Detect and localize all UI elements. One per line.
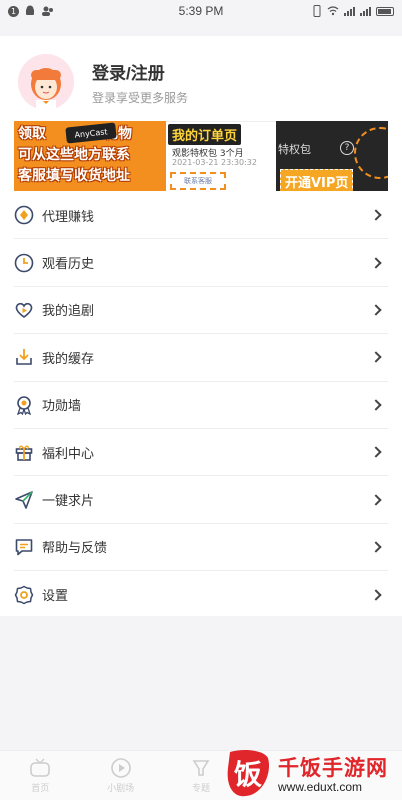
vip-tag: 开通VIP页 — [280, 169, 354, 191]
watermark-logo: 饭 — [227, 750, 270, 797]
menu-list: 代理赚钱 观看历史 我的追剧 我的缓存 功勋墙 福利中心 一键求片 帮助与反馈 … — [14, 192, 388, 619]
banner-orders[interactable]: 我的订单页 观影特权包 3个月 2021-03-21 23:30:32 联系客服 — [166, 121, 276, 191]
watermark-name: 千饭手游网 — [278, 756, 388, 780]
login-title[interactable]: 登录/注册 — [92, 59, 188, 84]
banner-gift[interactable]: 领取 礼物 可从这些地方联系 客服填写收货地址 AnyCast — [14, 121, 166, 191]
menu-label: 福利中心 — [42, 446, 95, 462]
menu-label: 我的缓存 — [42, 351, 95, 367]
download-icon — [14, 347, 34, 367]
menu-item-follow[interactable]: 我的追剧 — [14, 287, 388, 335]
order-date: 2021-03-21 23:30:32 — [172, 158, 257, 167]
clock: 5:39 PM — [178, 4, 224, 18]
menu-label: 我的追剧 — [42, 304, 95, 320]
chevron-right-icon — [370, 541, 382, 553]
menu-item-help[interactable]: 帮助与反馈 — [14, 524, 388, 572]
menu-item-history[interactable]: 观看历史 — [14, 239, 388, 287]
banner-carousel[interactable]: 领取 礼物 可从这些地方联系 客服填写收货地址 AnyCast 我的订单页 观影特… — [14, 121, 388, 191]
gear-icon — [14, 585, 34, 605]
chevron-right-icon — [370, 304, 382, 316]
diamond-icon — [14, 205, 34, 225]
menu-label: 观看历史 — [42, 257, 95, 273]
tab-label: 首页 — [31, 784, 50, 794]
banner-gift-line2: 可从这些地方联系 — [18, 147, 130, 163]
menu-item-medals[interactable]: 功勋墙 — [14, 382, 388, 429]
orders-tag: 我的订单页 — [168, 124, 242, 145]
status-bar: 1 5:39 PM — [0, 0, 402, 22]
profile-sheet: 登录/注册 登录享受更多服务 领取 礼物 可从这些地方联系 客服填写收货地址 An… — [0, 36, 402, 616]
tv-icon — [29, 757, 51, 779]
chevron-right-icon — [370, 256, 382, 269]
battery-icon — [376, 6, 394, 16]
chevron-right-icon — [370, 399, 382, 411]
headset-highlight — [354, 127, 388, 179]
menu-item-request[interactable]: 一键求片 — [14, 476, 388, 524]
chevron-right-icon — [370, 209, 382, 221]
paper-plane-icon — [14, 490, 34, 510]
menu-item-agent[interactable]: 代理赚钱 — [14, 192, 388, 240]
status-left: 1 — [8, 5, 55, 17]
signal-2-icon — [360, 6, 371, 16]
notification-badge: 1 — [8, 5, 19, 17]
android-icon — [26, 5, 34, 15]
watermark-url: www.eduxt.com — [278, 780, 363, 794]
menu-item-welfare[interactable]: 福利中心 — [14, 429, 388, 477]
clock-icon — [14, 253, 34, 273]
menu-item-settings[interactable]: 设置 — [14, 571, 388, 618]
avatar-girl-icon — [18, 54, 74, 110]
menu-item-cache[interactable]: 我的缓存 — [14, 334, 388, 382]
help-icon: ? — [340, 141, 354, 155]
vibrate-icon — [313, 5, 321, 17]
user-icon — [42, 6, 53, 16]
tab-label: 小剧场 — [107, 784, 135, 794]
status-right — [312, 5, 394, 17]
menu-label: 功勋墙 — [42, 399, 82, 415]
tab-theater[interactable]: 小剧场 — [80, 751, 160, 800]
chevron-right-icon — [370, 493, 382, 506]
menu-label: 设置 — [42, 589, 69, 605]
site-watermark: 饭 千饭手游网 www.eduxt.com — [224, 748, 396, 800]
heart-play-icon — [14, 300, 34, 320]
watermark-logo-char: 饭 — [234, 758, 262, 791]
medal-icon — [14, 395, 34, 415]
signal-icon — [344, 6, 355, 16]
contact-service-button: 联系客服 — [170, 172, 226, 190]
chevron-right-icon — [370, 351, 382, 364]
wifi-icon — [327, 6, 339, 16]
login-header[interactable]: 登录/注册 登录享受更多服务 — [18, 54, 188, 110]
tab-home[interactable]: 首页 — [0, 751, 80, 800]
tab-label: 专题 — [192, 784, 211, 794]
cup-icon — [190, 757, 212, 779]
chevron-right-icon — [370, 446, 382, 458]
play-circle-icon — [110, 757, 132, 779]
menu-label: 帮助与反馈 — [42, 541, 108, 557]
banner-vip[interactable]: 特权包 ? 开通VIP页 — [276, 121, 388, 191]
chat-icon — [14, 537, 34, 557]
banner-gift-line3: 客服填写收货地址 — [18, 168, 130, 184]
login-text: 登录/注册 登录享受更多服务 — [92, 59, 188, 106]
gift-icon — [14, 442, 34, 462]
menu-label: 一键求片 — [42, 494, 95, 510]
vip-privilege-text: 特权包 — [278, 143, 311, 156]
menu-label: 代理赚钱 — [42, 209, 95, 225]
login-subtitle: 登录享受更多服务 — [92, 90, 189, 105]
avatar[interactable] — [18, 54, 74, 110]
chevron-right-icon — [370, 589, 382, 601]
